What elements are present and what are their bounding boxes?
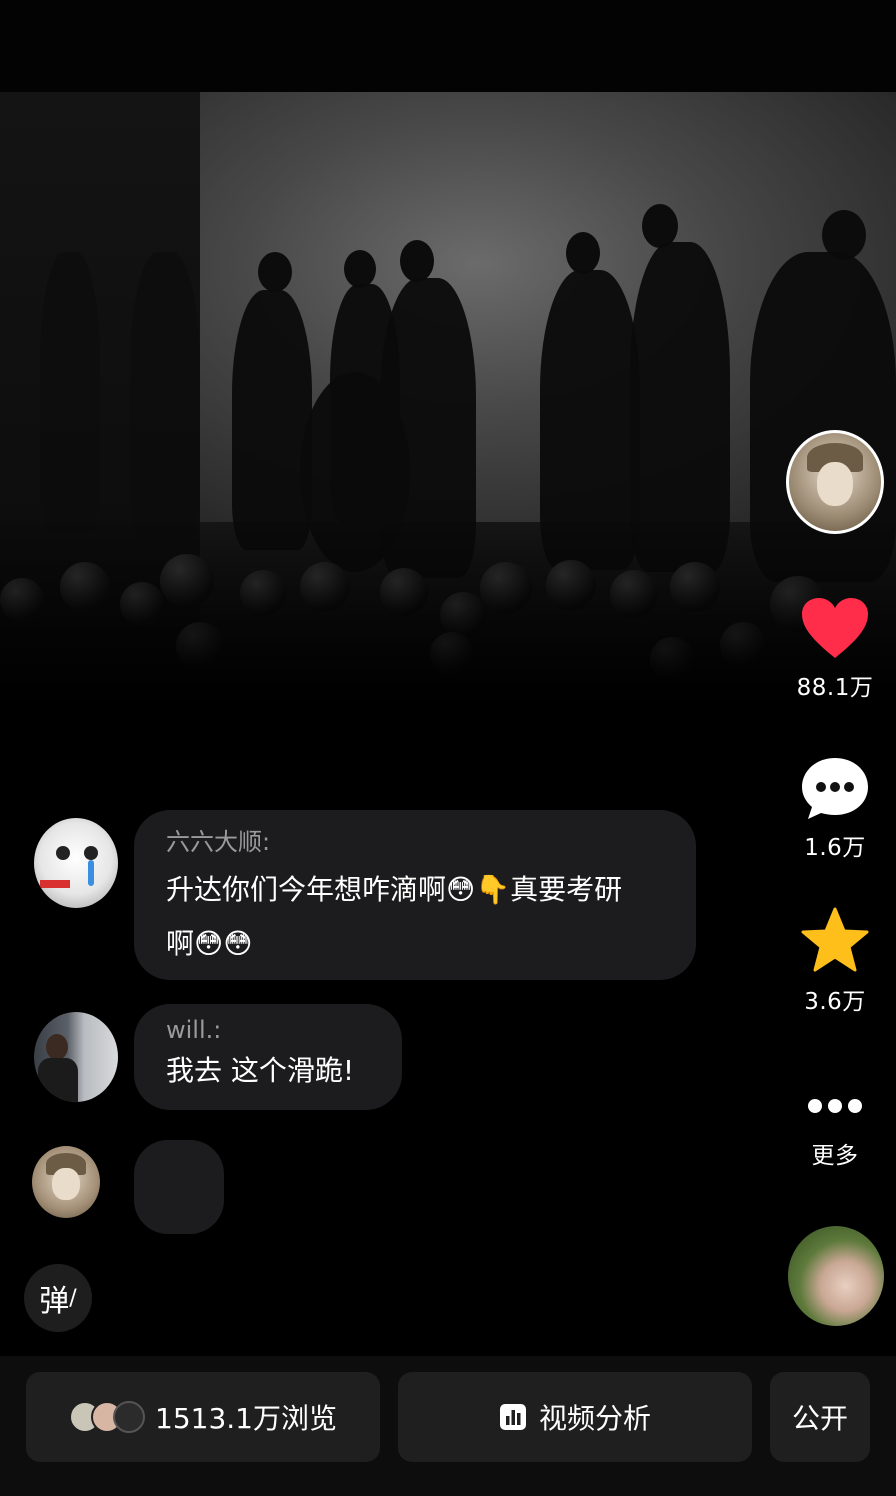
star-icon <box>801 907 869 972</box>
dancer-shadow <box>40 252 100 532</box>
comment-text: 我去 这个滑跪! <box>166 1054 355 1087</box>
creator-avatar[interactable] <box>786 430 884 534</box>
avatar-tag <box>40 880 70 888</box>
video-fade <box>0 522 896 712</box>
avatar-body <box>38 1058 78 1102</box>
bar-chart-icon <box>499 1404 526 1430</box>
avatar-eye <box>84 846 98 860</box>
more-button[interactable]: 更多 <box>786 1088 884 1170</box>
music-disc-avatar[interactable] <box>788 1226 884 1326</box>
comment-button[interactable]: 1.6万 <box>786 756 884 862</box>
comment-text-part: 啊 <box>166 927 195 960</box>
comment-bubble[interactable]: 六六大顺: 升达你们今年想咋滴啊😳👇真要考研 啊😳😳 <box>134 810 696 980</box>
visibility-button[interactable]: 公开 <box>770 1372 870 1462</box>
comment-text-part: 真要考研 <box>510 873 623 906</box>
dancer-head <box>400 240 434 282</box>
views-button[interactable]: 1513.1万浏览 <box>26 1372 380 1462</box>
commenter-avatar[interactable] <box>34 818 118 908</box>
bottom-bar: 1513.1万浏览 视频分析 公开 <box>0 1356 896 1496</box>
danmu-toggle-button[interactable]: 弹 / <box>24 1264 92 1332</box>
avatar-eye <box>56 846 70 860</box>
danmu-slash-icon: / <box>69 1285 77 1311</box>
avatar-head <box>46 1034 68 1060</box>
comment-author: will.: <box>166 1016 222 1044</box>
avatar-face <box>52 1167 80 1200</box>
viewer-avatar <box>113 1401 145 1433</box>
heart-icon <box>802 598 868 658</box>
more-label: 更多 <box>811 1143 859 1169</box>
like-button[interactable]: 88.1万 <box>786 596 884 702</box>
top-band <box>0 0 896 92</box>
like-count: 88.1万 <box>796 675 874 701</box>
comment-text: 升达你们今年想咋滴啊😳👇真要考研 啊😳😳 <box>166 863 664 971</box>
creator-avatar-small[interactable] <box>32 1146 100 1218</box>
avatar-face <box>816 462 854 507</box>
danmu-label: 弹 <box>39 1284 70 1319</box>
visibility-label: 公开 <box>791 1402 848 1435</box>
video-analysis-label: 视频分析 <box>538 1402 651 1435</box>
comment-bubble-loading <box>134 1140 224 1234</box>
emoji-icon: 😳😳 <box>194 927 253 960</box>
comment-bubble-icon <box>802 758 868 819</box>
emoji-icon: 😳👇 <box>446 873 511 906</box>
dancer-figure <box>232 290 312 550</box>
favorite-button[interactable]: 3.6万 <box>786 906 884 1016</box>
dancer-head <box>566 232 600 274</box>
avatar-tear <box>88 860 94 886</box>
comment-count: 1.6万 <box>804 835 866 861</box>
video-analysis-button[interactable]: 视频分析 <box>398 1372 752 1462</box>
comment-text-part: 升达你们今年想咋滴啊 <box>166 873 447 906</box>
comment-bubble[interactable]: will.: 我去 这个滑跪! <box>134 1004 402 1110</box>
more-dots-icon <box>808 1099 862 1113</box>
comment-author: 六六大顺: <box>166 828 271 856</box>
video-player[interactable] <box>0 92 896 712</box>
views-count: 1513.1万浏览 <box>155 1402 337 1435</box>
favorite-count: 3.6万 <box>804 989 866 1015</box>
dancer-shadow <box>130 252 200 542</box>
dancer-head <box>258 252 292 292</box>
commenter-avatar[interactable] <box>34 1012 118 1102</box>
dancer-head <box>344 250 376 288</box>
viewer-avatars <box>69 1401 145 1433</box>
